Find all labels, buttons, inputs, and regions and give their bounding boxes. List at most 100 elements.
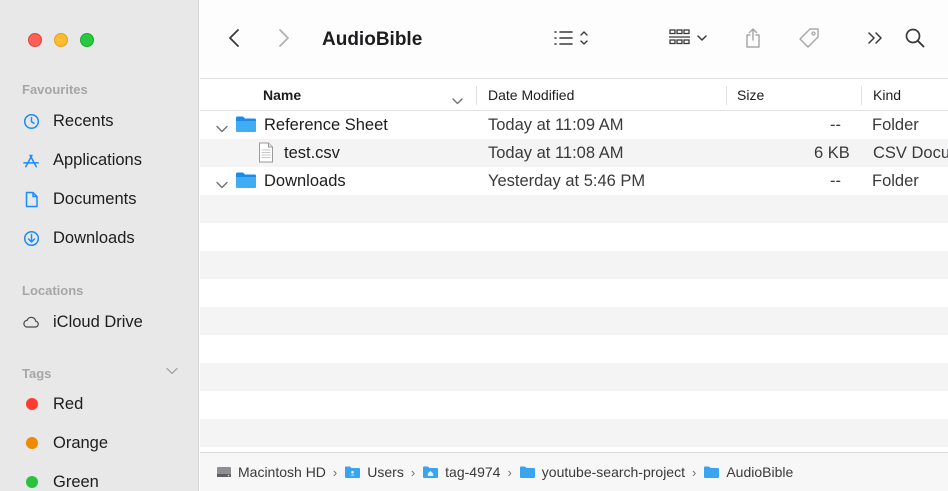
zoom-window-button[interactable]	[80, 33, 94, 47]
folder-icon	[235, 115, 257, 138]
tag-button[interactable]	[797, 26, 821, 54]
path-bar: Macintosh HD › Users › tag-4974 › youtub…	[200, 452, 948, 491]
empty-row	[200, 223, 948, 251]
tag-color-dot	[26, 437, 38, 449]
sidebar-item-icloud-drive[interactable]: iCloud Drive	[22, 309, 192, 335]
column-divider[interactable]	[861, 86, 862, 105]
toolbar: AudioBible	[200, 0, 948, 78]
file-kind: Folder	[872, 172, 919, 190]
path-item-audiobible[interactable]: AudioBible	[703, 464, 793, 480]
file-size: --	[830, 116, 841, 134]
file-kind: Folder	[872, 116, 919, 134]
file-size: --	[830, 172, 841, 190]
window-title: AudioBible	[322, 29, 423, 50]
sidebar-item-label: Downloads	[53, 228, 135, 247]
chevron-left-icon	[228, 28, 240, 53]
search-icon	[904, 27, 926, 54]
empty-row	[200, 391, 948, 419]
favourites-heading: Favourites	[22, 82, 88, 97]
share-icon	[744, 27, 762, 54]
sidebar: Favourites Recents Applications Document…	[0, 0, 199, 491]
path-separator-icon: ›	[410, 464, 416, 480]
sidebar-item-documents[interactable]: Documents	[22, 186, 192, 212]
table-row[interactable]: Downloads Yesterday at 5:46 PM -- Folder	[200, 167, 948, 195]
sort-chevron-icon[interactable]	[452, 92, 463, 108]
sidebar-item-label: Applications	[53, 150, 142, 169]
empty-row	[200, 363, 948, 391]
sidebar-tag-red[interactable]: Red	[22, 391, 192, 417]
column-header-date[interactable]: Date Modified	[488, 87, 574, 103]
sidebar-item-label: iCloud Drive	[53, 312, 143, 331]
path-separator-icon: ›	[332, 464, 338, 480]
column-divider[interactable]	[726, 86, 727, 105]
column-header-name[interactable]: Name	[263, 87, 301, 103]
double-chevron-icon	[866, 30, 884, 51]
finder-window: Favourites Recents Applications Document…	[0, 0, 948, 491]
path-item-label: Users	[367, 464, 404, 480]
file-name: test.csv	[284, 144, 340, 162]
folder-icon	[519, 465, 536, 479]
minimize-window-button[interactable]	[54, 33, 68, 47]
hard-drive-icon	[216, 465, 232, 479]
tag-color-dot	[26, 476, 38, 488]
sidebar-item-label: Red	[53, 394, 84, 413]
folder-icon	[235, 171, 257, 194]
sidebar-tag-green[interactable]: Green	[22, 469, 192, 491]
path-item-home[interactable]: tag-4974	[422, 464, 500, 480]
path-item-macintosh-hd[interactable]: Macintosh HD	[216, 464, 326, 480]
sidebar-item-label: Green	[53, 472, 99, 491]
path-item-youtube-search-project[interactable]: youtube-search-project	[519, 464, 685, 480]
sidebar-item-label: Recents	[53, 111, 114, 130]
list-view-icon	[553, 28, 591, 53]
group-grid-icon	[668, 28, 718, 53]
file-name: Reference Sheet	[264, 116, 388, 134]
file-name: Downloads	[264, 172, 346, 190]
empty-row	[200, 307, 948, 335]
path-item-users[interactable]: Users	[344, 464, 404, 480]
users-folder-icon	[344, 465, 361, 479]
sidebar-item-downloads[interactable]: Downloads	[22, 225, 192, 251]
sidebar-tag-orange[interactable]: Orange	[22, 430, 192, 456]
file-size: 6 KB	[814, 144, 850, 162]
path-item-label: Macintosh HD	[238, 464, 326, 480]
file-date: Today at 11:09 AM	[488, 116, 624, 134]
back-button[interactable]	[228, 26, 240, 54]
more-toolbar-button[interactable]	[866, 26, 884, 54]
column-divider[interactable]	[476, 86, 477, 105]
sidebar-item-recents[interactable]: Recents	[22, 108, 192, 134]
forward-button[interactable]	[278, 26, 290, 54]
document-icon	[22, 190, 40, 208]
empty-row	[200, 335, 948, 363]
cloud-icon	[22, 313, 40, 331]
column-header-kind[interactable]: Kind	[873, 87, 901, 103]
search-button[interactable]	[904, 26, 926, 54]
view-options-button[interactable]	[553, 26, 591, 54]
home-folder-icon	[422, 465, 439, 479]
file-date: Yesterday at 5:46 PM	[488, 172, 646, 190]
file-kind: CSV Document	[873, 144, 948, 162]
empty-row	[200, 419, 948, 447]
locations-heading: Locations	[22, 283, 84, 298]
sidebar-item-label: Documents	[53, 189, 137, 208]
path-item-label: youtube-search-project	[541, 464, 685, 480]
column-header: Name Date Modified Size Kind	[200, 78, 948, 111]
table-row[interactable]: Reference Sheet Today at 11:09 AM -- Fol…	[200, 111, 948, 139]
file-list: Reference Sheet Today at 11:09 AM -- Fol…	[200, 111, 948, 451]
empty-row	[200, 251, 948, 279]
csv-file-icon	[258, 142, 274, 168]
chevron-down-icon[interactable]	[166, 362, 178, 380]
sidebar-item-label: Orange	[53, 433, 109, 452]
column-header-size[interactable]: Size	[737, 87, 764, 103]
close-window-button[interactable]	[28, 33, 42, 47]
folder-icon	[703, 465, 720, 479]
tag-icon	[797, 26, 821, 55]
empty-row	[200, 279, 948, 307]
path-item-label: AudioBible	[726, 464, 794, 480]
table-row[interactable]: test.csv Today at 11:08 AM 6 KB CSV Docu…	[200, 139, 948, 167]
disclosure-chevron-icon[interactable]	[216, 119, 228, 138]
file-date: Today at 11:08 AM	[488, 144, 624, 162]
group-button[interactable]	[668, 26, 718, 54]
share-button[interactable]	[744, 26, 762, 54]
sidebar-item-applications[interactable]: Applications	[22, 147, 192, 173]
disclosure-chevron-icon[interactable]	[216, 175, 228, 194]
